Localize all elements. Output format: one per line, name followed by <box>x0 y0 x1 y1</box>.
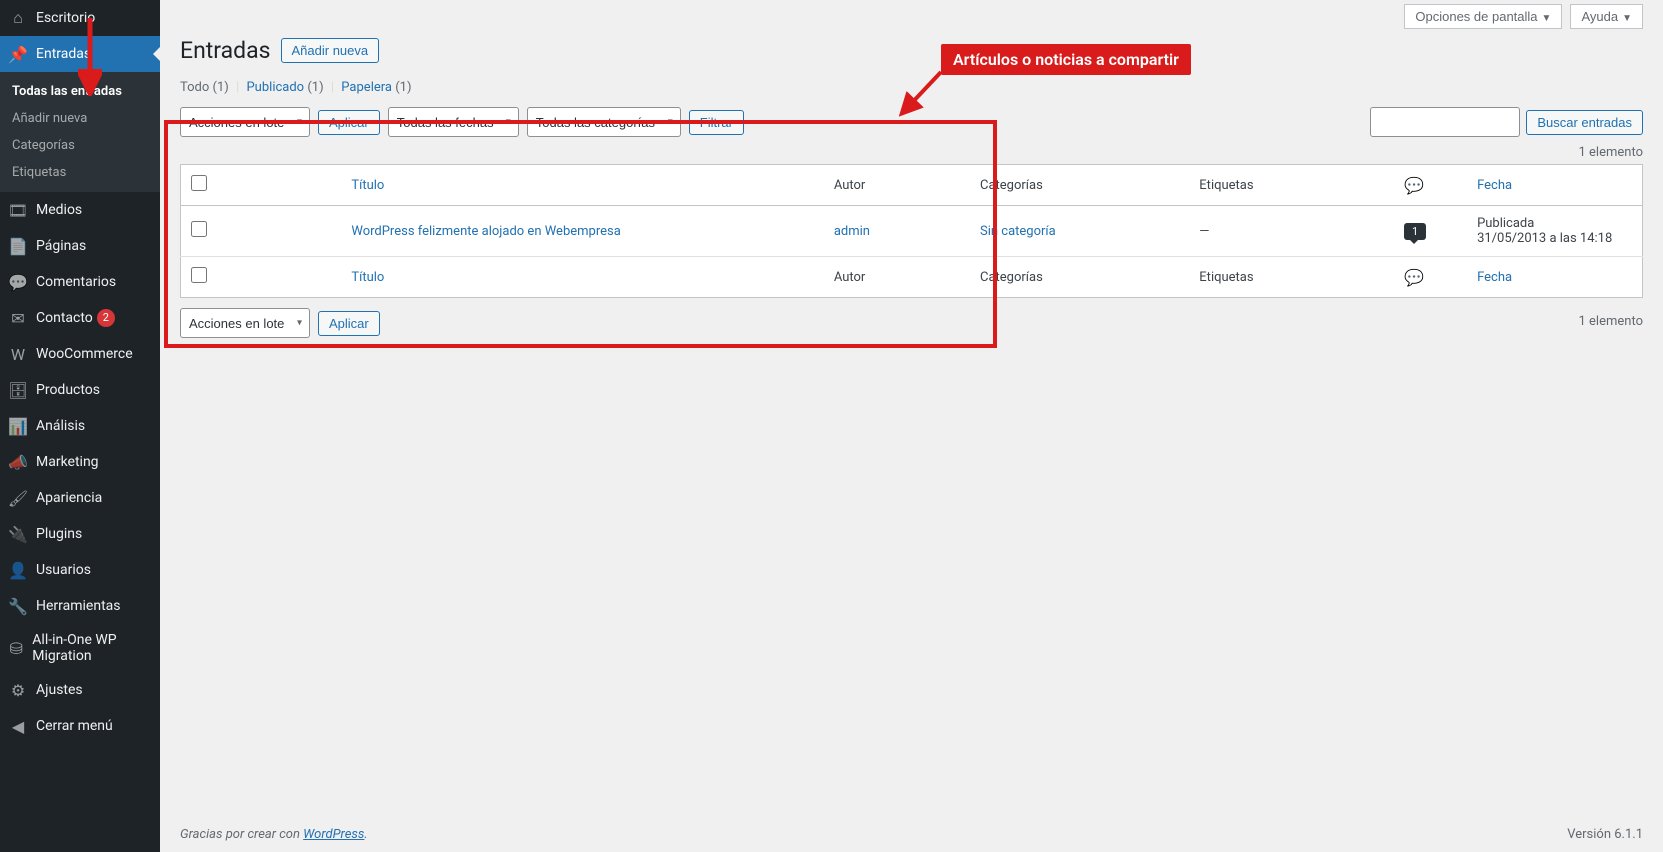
annotation-label: Artículos o noticias a compartir <box>941 44 1191 75</box>
sidebar-item-análisis[interactable]: 📊 Análisis <box>0 408 160 444</box>
sidebar-item-apariencia[interactable]: 🖌 Apariencia <box>0 480 160 516</box>
post-title-link[interactable]: WordPress felizmente alojado en Webempre… <box>351 224 620 239</box>
megaphone-icon: 📣 <box>8 452 28 472</box>
bulk-action-select-bottom[interactable]: Acciones en lote <box>180 308 310 338</box>
sidebar-item-medios[interactable]: 🎞 Medios <box>0 192 160 228</box>
mail-icon: ✉ <box>8 308 28 328</box>
submenu-item[interactable]: Etiquetas <box>0 159 160 186</box>
col-date[interactable]: Fecha <box>1477 178 1512 193</box>
settings-icon: ⚙ <box>8 680 28 700</box>
col-date-foot[interactable]: Fecha <box>1477 270 1512 285</box>
woo-icon: W <box>8 344 28 364</box>
sidebar-item-label: All-in-One WP Migration <box>32 632 152 664</box>
search-button[interactable]: Buscar entradas <box>1526 110 1643 135</box>
table-row: WordPress felizmente alojado en Webempre… <box>181 206 1643 257</box>
main-content: Opciones de pantalla▼ Ayuda▼ Entradas Añ… <box>160 0 1663 852</box>
chevron-down-icon: ▼ <box>1622 13 1632 24</box>
sidebar-item-herramientas[interactable]: 🔧 Herramientas <box>0 588 160 624</box>
chevron-down-icon: ▼ <box>1542 13 1552 24</box>
filter-button[interactable]: Filtrar <box>689 110 744 135</box>
admin-footer: Gracias por crear con WordPress. Versión… <box>160 817 1663 852</box>
notification-badge: 2 <box>97 309 115 327</box>
page-icon: 📄 <box>8 236 28 256</box>
category-filter-select[interactable]: Todas las categorías <box>527 107 681 137</box>
apply-bulk-button[interactable]: Aplicar <box>318 110 380 135</box>
apply-bulk-button-bottom[interactable]: Aplicar <box>318 311 380 336</box>
analytics-icon: 📊 <box>8 416 28 436</box>
sidebar-item-label: Páginas <box>36 238 86 254</box>
add-new-button[interactable]: Añadir nueva <box>281 38 380 63</box>
comment-icon: 💬 <box>8 272 28 292</box>
row-checkbox[interactable] <box>191 221 207 237</box>
comment-count[interactable]: 1 <box>1404 223 1426 240</box>
sidebar-item-woocommerce[interactable]: W WooCommerce <box>0 336 160 372</box>
sidebar-item-label: Análisis <box>36 418 85 434</box>
search-input[interactable] <box>1370 107 1520 137</box>
item-count-bottom: 1 elemento <box>1579 314 1644 329</box>
tags-cell: — <box>1189 206 1394 257</box>
sidebar-item-cerrar-menú[interactable]: ◀ Cerrar menú <box>0 708 160 744</box>
bulk-action-select[interactable]: Acciones en lote <box>180 107 310 137</box>
select-all-checkbox-top[interactable] <box>191 175 207 191</box>
dashboard-icon: ⌂ <box>8 8 28 28</box>
page-title: Entradas <box>180 37 271 64</box>
sidebar-item-plugins[interactable]: 🔌 Plugins <box>0 516 160 552</box>
sidebar-item-label: Comentarios <box>36 274 116 290</box>
date-cell: Publicada31/05/2013 a las 14:18 <box>1467 206 1642 257</box>
submenu-item[interactable]: Añadir nueva <box>0 105 160 132</box>
sidebar-item-label: Contacto <box>36 310 93 326</box>
col-author: Autor <box>824 165 970 206</box>
sidebar-item-label: Apariencia <box>36 490 102 506</box>
sidebar-item-label: Medios <box>36 202 82 218</box>
sidebar-item-ajustes[interactable]: ⚙ Ajustes <box>0 672 160 708</box>
product-icon: 🗄 <box>8 380 28 400</box>
sidebar-item-productos[interactable]: 🗄 Productos <box>0 372 160 408</box>
tools-icon: 🔧 <box>8 596 28 616</box>
col-title-foot[interactable]: Título <box>351 270 384 285</box>
wordpress-link[interactable]: WordPress <box>303 827 364 842</box>
sidebar-item-all-in-one-wp-migration[interactable]: ⛁ All-in-One WP Migration <box>0 624 160 672</box>
plugin-icon: 🔌 <box>8 524 28 544</box>
date-filter-select[interactable]: Todas las fechas <box>388 107 519 137</box>
col-categories: Categorías <box>970 165 1189 206</box>
sidebar-item-label: Productos <box>36 382 100 398</box>
annotation-arrow-red <box>899 68 949 118</box>
sidebar-item-label: Plugins <box>36 526 82 542</box>
filter-trash[interactable]: Papelera <box>341 80 392 95</box>
item-count-top: 1 elemento <box>180 145 1643 160</box>
sidebar-item-label: Marketing <box>36 454 99 470</box>
sidebar-item-contacto[interactable]: ✉ Contacto2 <box>0 300 160 336</box>
category-link[interactable]: Sin categoría <box>980 224 1056 239</box>
version-text: Versión 6.1.1 <box>1567 827 1643 842</box>
col-title[interactable]: Título <box>351 178 384 193</box>
author-link[interactable]: admin <box>834 224 870 239</box>
admin-sidebar: ⌂Escritorio📌EntradasTodas las entradasAñ… <box>0 0 160 852</box>
posts-table: Título Autor Categorías Etiquetas 💬 Fech… <box>180 164 1643 298</box>
annotation-arrow-down <box>78 14 102 96</box>
sidebar-item-label: WooCommerce <box>36 346 133 362</box>
col-tags: Etiquetas <box>1189 165 1394 206</box>
sidebar-item-páginas[interactable]: 📄 Páginas <box>0 228 160 264</box>
media-icon: 🎞 <box>8 200 28 220</box>
sidebar-item-label: Usuarios <box>36 562 91 578</box>
sidebar-item-label: Cerrar menú <box>36 718 113 734</box>
sidebar-item-label: Herramientas <box>36 598 121 614</box>
pin-icon: 📌 <box>8 44 28 64</box>
sidebar-item-label: Ajustes <box>36 682 83 698</box>
sidebar-item-usuarios[interactable]: 👤 Usuarios <box>0 552 160 588</box>
submenu-item[interactable]: Categorías <box>0 132 160 159</box>
screen-options-button[interactable]: Opciones de pantalla▼ <box>1404 4 1562 29</box>
select-all-checkbox-bottom[interactable] <box>191 267 207 283</box>
comment-icon: 💬 <box>1404 176 1424 195</box>
filter-all[interactable]: Todo <box>180 80 209 95</box>
help-button[interactable]: Ayuda▼ <box>1570 4 1643 29</box>
filter-published[interactable]: Publicado <box>246 80 304 95</box>
brush-icon: 🖌 <box>8 488 28 508</box>
sidebar-item-marketing[interactable]: 📣 Marketing <box>0 444 160 480</box>
sidebar-item-comentarios[interactable]: 💬 Comentarios <box>0 264 160 300</box>
collapse-icon: ◀ <box>8 716 28 736</box>
comment-icon: 💬 <box>1404 268 1424 287</box>
migration-icon: ⛁ <box>8 638 24 658</box>
user-icon: 👤 <box>8 560 28 580</box>
